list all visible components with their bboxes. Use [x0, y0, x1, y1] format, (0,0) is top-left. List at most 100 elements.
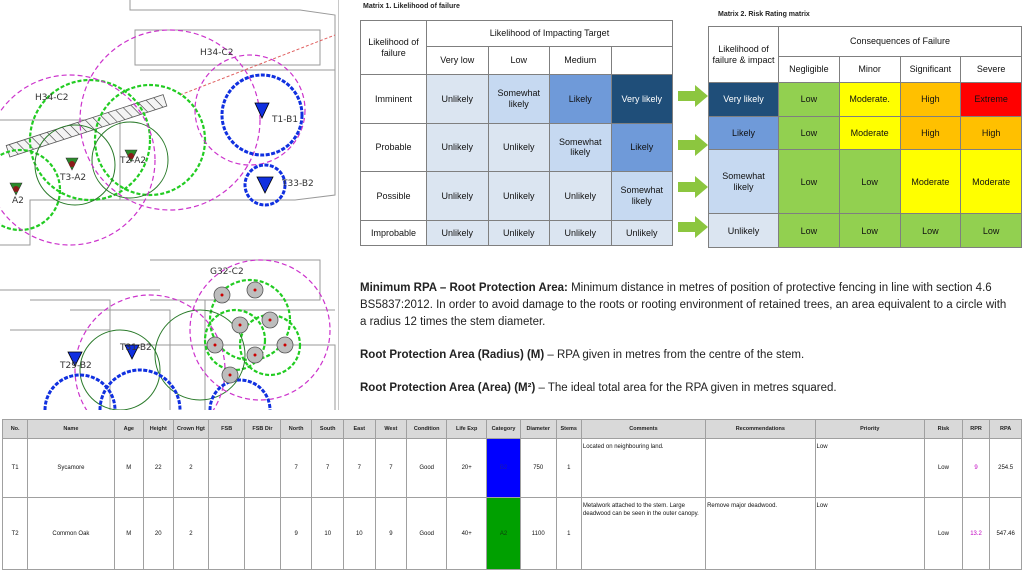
likelihood-matrix: Likelihood of failure Likelihood of Impa…: [360, 20, 673, 247]
matrix2-cell: Low: [838, 149, 901, 215]
matrix2-cell: High: [960, 115, 1022, 151]
risk-rating-matrix: Likelihood of failure & impact Consequen…: [708, 26, 1022, 248]
matrix1-cell: Somewhat likely: [549, 122, 612, 173]
matrix1-row-header: Imminent: [360, 74, 427, 124]
cell-diameter: 750: [519, 438, 557, 498]
col-header: RPA: [989, 419, 1022, 439]
cell-fsb: [208, 497, 246, 570]
plan-label: A2: [12, 196, 24, 206]
matrix2-col-header: Significant: [899, 56, 962, 83]
matrix1-cell: Unlikely: [426, 122, 489, 173]
matrix1-cell: Somewhat likely: [487, 74, 550, 124]
cell-name: Common Oak: [27, 497, 115, 570]
matrix2-col-header: Minor: [838, 56, 901, 83]
col-header: RPR: [961, 419, 991, 439]
cell-age: M: [113, 438, 145, 498]
matrix2-cell: Extreme: [960, 82, 1022, 117]
col-header: Height: [143, 419, 174, 439]
col-header: FSB Dir: [244, 419, 281, 439]
matrix2-cell: Moderate.: [838, 82, 901, 117]
col-header: West: [374, 419, 408, 439]
rpa-minimum-term: Minimum RPA – Root Protection Area:: [360, 282, 568, 294]
cell-stems: 1: [555, 438, 582, 498]
col-header: Diameter: [519, 419, 557, 439]
matrix1-cell: Unlikely: [487, 122, 550, 173]
matrix2-row-header: Likely: [708, 115, 779, 151]
cell-no: T2: [1, 497, 29, 570]
col-header: Crown Hgt: [172, 419, 210, 439]
matrix2-row-header: Very likely: [708, 82, 779, 117]
cell-comments: Located on neighbouring land.: [580, 438, 707, 498]
plan-label: H34-C2: [35, 93, 68, 103]
matrix2-cell: Low: [778, 213, 840, 248]
matrix2-cell: Moderate: [960, 149, 1022, 215]
col-header: South: [311, 419, 344, 439]
matrix1-cell: Somewhat likely: [610, 171, 673, 221]
arrow-right-icon: [678, 216, 708, 238]
col-header: Life Exp: [446, 419, 488, 439]
cell-name: Sycamore: [27, 438, 115, 498]
col-header: Category: [486, 419, 521, 439]
cell-diameter: 1100: [519, 497, 557, 570]
cell-priority: Low: [814, 497, 926, 570]
matrix1-cell: Unlikely: [610, 219, 673, 247]
matrix2-corner-header: Likelihood of failure & impact: [708, 26, 779, 83]
plan-label: T1-B1: [271, 115, 298, 125]
rpa-area-term: Root Protection Area (Area) (M²): [360, 382, 536, 394]
tree-survey-table: No. Name Age Height Crown Hgt FSB FSB Di…: [1, 419, 1022, 570]
matrix1-row-header: Improbable: [360, 219, 427, 247]
matrix2-col-header: Negligible: [778, 56, 840, 83]
plan-divider: [338, 0, 339, 410]
matrix2-cell: Low: [899, 213, 962, 248]
col-header: Age: [113, 419, 145, 439]
table-row: T1 Sycamore M 22 2 7 7 7 7 Good 20+ B2 7…: [1, 438, 1022, 498]
cell-east: 10: [343, 497, 376, 570]
matrix1-group-header: Likelihood of Impacting Target: [426, 20, 673, 47]
plan-label: T3-A2: [59, 173, 86, 183]
cell-south: 7: [311, 438, 344, 498]
arrow-right-icon: [678, 85, 708, 107]
cell-height: 22: [143, 438, 174, 498]
cell-rpa: 547.46: [989, 497, 1022, 570]
cell-priority: Low: [814, 438, 926, 498]
matrix2-row-header: Unlikely: [708, 213, 779, 248]
col-header: Stems: [555, 419, 582, 439]
cell-condition: Good: [406, 497, 448, 570]
matrix1-col-header: High: [610, 46, 673, 75]
matrix2-cell: Low: [778, 115, 840, 151]
col-header: Recommendations: [705, 419, 816, 439]
col-header: Comments: [580, 419, 707, 439]
matrix2-cell: Moderate: [899, 149, 962, 215]
rpa-minimum-definition: Minimum RPA – Root Protection Area: Mini…: [360, 280, 1010, 331]
col-header: No.: [1, 419, 29, 439]
matrix1-cell: Unlikely: [549, 171, 612, 221]
cell-rpr: 9: [961, 438, 991, 498]
cell-west: 7: [374, 438, 408, 498]
col-header: Priority: [814, 419, 926, 439]
matrix2-cell: Moderate: [838, 115, 901, 151]
matrix1-cell: Unlikely: [549, 219, 612, 247]
rpa-radius-text: – RPA given in metres from the centre of…: [544, 349, 805, 361]
cell-crown-height: 2: [172, 438, 210, 498]
matrix2-group-header: Consequences of Failure: [778, 26, 1022, 57]
table-header-row: No. Name Age Height Crown Hgt FSB FSB Di…: [1, 419, 1022, 439]
cell-age: M: [113, 497, 145, 570]
matrix2-cell: Low: [960, 213, 1022, 248]
matrix1-cell: Unlikely: [426, 219, 489, 247]
cell-height: 20: [143, 497, 174, 570]
matrix1-cell: Unlikely: [426, 74, 489, 124]
matrix1-cell: Very likely: [610, 74, 673, 124]
matrix2-cell: High: [899, 82, 962, 117]
cell-condition: Good: [406, 438, 448, 498]
matrix1-cell: Unlikely: [487, 171, 550, 221]
rpa-radius-term: Root Protection Area (Radius) (M): [360, 349, 545, 361]
cell-fsb: [208, 438, 246, 498]
col-header: Condition: [406, 419, 448, 439]
site-plan-drawing: H34-C2 H34-C2 T1-B1 T2-A2 T3-A2 T33-B2 A…: [0, 0, 336, 410]
matrix1-col-header: Low: [487, 46, 550, 75]
cell-no: T1: [1, 438, 29, 498]
cell-west: 9: [374, 497, 408, 570]
col-header: East: [343, 419, 376, 439]
plan-label: T31-B2: [119, 343, 152, 353]
matrix1-corner-header: Likelihood of failure: [360, 20, 427, 75]
